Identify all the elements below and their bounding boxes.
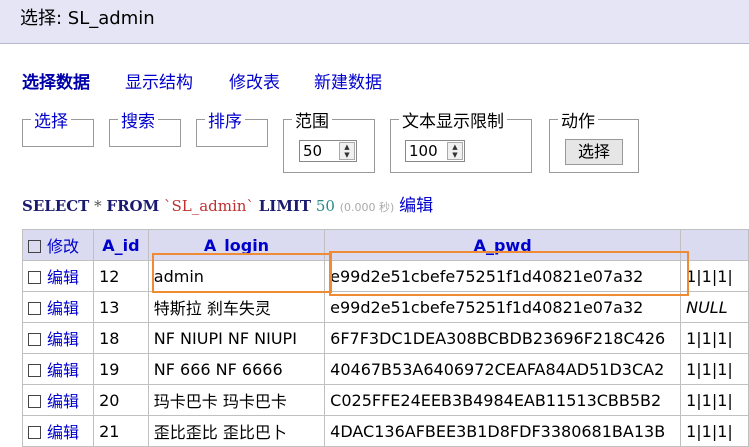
search-link[interactable]: 搜索 [121,112,155,132]
row-extra-cell: 1|1|1| [680,384,749,416]
query-time: (0.000 秒) [339,201,395,214]
row-edit-link[interactable]: 编辑 [47,330,79,349]
table-row: 编辑 20 玛卡巴卡 玛卡巴卡 C025FFE24EEB3B4984EAB11513C… [21,384,749,416]
row-login-cell: 玛卡巴卡 玛卡巴卡 [147,384,326,416]
row-modify-cell: 编辑 [21,322,95,354]
text-limit-label: 文本显示限制 [402,112,504,132]
row-login-cell: NF 666 NF 6666 [147,353,326,385]
row-extra-cell: NULL [680,291,749,323]
row-modify-cell: 编辑 [21,384,95,416]
row-id-cell: 12 [93,260,149,292]
nav-alter-table[interactable]: 修改表 [229,68,280,93]
select-columns-link[interactable]: 选择 [34,112,68,132]
row-modify-cell: 编辑 [21,260,95,292]
row-extra-cell: 1|1|1| [680,322,749,354]
row-login-cell: 歪比歪比 歪比巴卜 [147,415,326,447]
table-row: 编辑 21 歪比歪比 歪比巴卜 4DAC136AFBEE3B1D8FDF3380681… [21,415,749,447]
sql-keyword: SELECT [22,197,90,215]
row-login-cell: NF NIUPI NF NIUPI [147,322,326,354]
range-value: 50 [303,142,323,160]
sort-box: 排序 [196,107,268,147]
row-checkbox[interactable] [28,364,41,377]
header-modify[interactable]: 修改 [21,229,95,261]
row-extra-cell: 1|1|1| [680,353,749,385]
action-label: 动作 [561,112,595,132]
row-modify-cell: 编辑 [21,353,95,385]
sort-link[interactable]: 排序 [208,112,242,132]
select-submit-button[interactable]: 选择 [565,139,623,165]
select-columns-box: 选择 [22,107,94,147]
spinner-arrows-icon[interactable]: ▲ ▼ [339,142,355,160]
text-limit-value: 100 [409,142,438,160]
header-extra[interactable] [680,229,749,261]
table-row: 编辑 19 NF 666 NF 6666 40467B53A6406972CEAFA8… [21,353,749,385]
table-row: 编辑 18 NF NIUPI NF NIUPI 6F7F3DC1DEA308BCBDB… [21,322,749,354]
row-modify-cell: 编辑 [21,291,95,323]
row-extra-cell: 1|1|1| [680,415,749,447]
spinner-arrows-icon[interactable]: ▲ ▼ [447,142,463,160]
row-pwd-cell: 6F7F3DC1DEA308BCBDB23696F218C426 [324,322,682,354]
row-checkbox[interactable] [28,333,41,346]
row-edit-link[interactable]: 编辑 [47,423,79,442]
table-row: 编辑 13 特斯拉 刹车失灵 e99d2e51cbefe75251f1d40821e0… [21,291,749,323]
row-edit-link[interactable]: 编辑 [47,361,79,380]
page-title-bar: 选择: SL_admin [0,0,749,44]
row-checkbox[interactable] [28,395,41,408]
row-pwd-cell: e99d2e51cbefe75251f1d40821e07a32 [324,291,682,323]
edit-query-link[interactable]: 编辑 [399,196,433,216]
row-edit-link[interactable]: 编辑 [47,268,79,287]
select-all-checkbox[interactable] [28,240,41,253]
row-pwd-cell: C025FFE24EEB3B4984EAB11513CBB5B2 [324,384,682,416]
text-limit-input[interactable]: 100 ▲ ▼ [405,140,465,162]
row-extra-cell: 1|1|1| [680,260,749,292]
row-edit-link[interactable]: 编辑 [47,299,79,318]
highlight-login [152,253,332,293]
nav-select-data[interactable]: 选择数据 [22,68,90,93]
nav-show-structure[interactable]: 显示结构 [125,68,193,93]
row-id-cell: 19 [93,353,149,385]
row-pwd-cell: 40467B53A6406972CEAFA84AD51D3CA2 [324,353,682,385]
sql-star: * [94,197,102,215]
row-id-cell: 21 [93,415,149,447]
row-checkbox[interactable] [28,271,41,284]
sql-query: SELECT * FROM `SL_admin` LIMIT 50 (0.000… [22,191,433,216]
row-modify-cell: 编辑 [21,415,95,447]
sql-keyword: LIMIT [258,197,312,215]
search-box: 搜索 [109,107,181,147]
row-login-cell: 特斯拉 刹车失灵 [147,291,326,323]
header-a-id[interactable]: A_id [93,229,149,261]
header-modify-label: 修改 [47,237,80,256]
highlight-pwd [329,251,689,296]
row-edit-link[interactable]: 编辑 [47,392,79,411]
sql-table-name: `SL_admin` [164,197,254,215]
row-id-cell: 13 [93,291,149,323]
sql-keyword: FROM [106,197,160,215]
row-checkbox[interactable] [28,302,41,315]
sql-limit-value: 50 [315,197,335,215]
page-title: 选择: SL_admin [20,8,155,29]
nav-new-item[interactable]: 新建数据 [314,68,382,93]
row-id-cell: 18 [93,322,149,354]
range-label: 范围 [295,112,329,132]
range-input[interactable]: 50 ▲ ▼ [299,140,357,162]
row-checkbox[interactable] [28,426,41,439]
row-pwd-cell: 4DAC136AFBEE3B1D8FDF3380681BA13B [324,415,682,447]
row-id-cell: 20 [93,384,149,416]
